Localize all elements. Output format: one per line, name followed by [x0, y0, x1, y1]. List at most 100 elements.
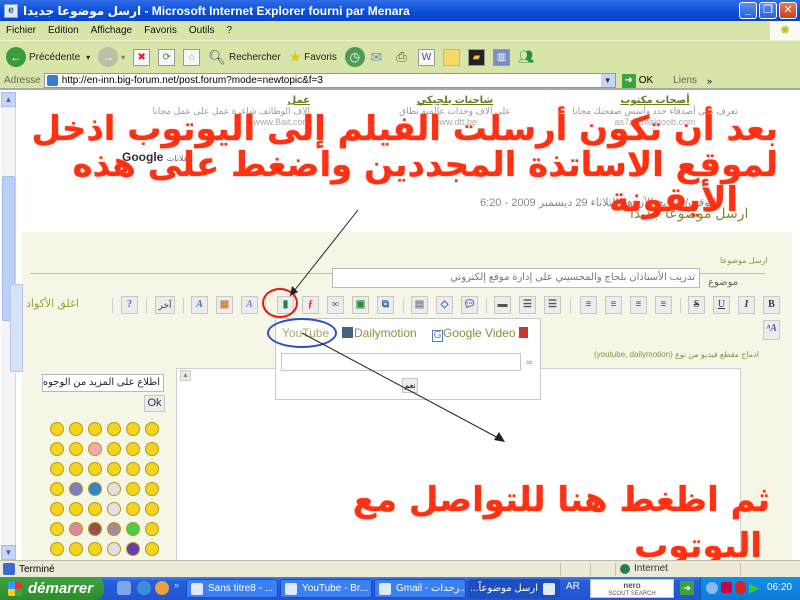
research-icon[interactable]: ▥ — [492, 48, 510, 66]
emoticon-icon[interactable] — [88, 422, 102, 436]
emoticon-icon[interactable] — [50, 502, 64, 516]
emoticon-more-input[interactable]: اطلاع على المزيد من الوجوه المعبرة — [42, 374, 164, 392]
italic-button[interactable]: I — [738, 296, 755, 314]
tray-security-icon[interactable] — [735, 581, 746, 594]
forward-button[interactable]: → ▾ — [98, 47, 125, 67]
emoticon-icon[interactable] — [107, 482, 121, 496]
nero-search-box[interactable]: nero SCOUT SEARCH — [590, 579, 674, 598]
emoticon-icon[interactable] — [69, 502, 83, 516]
address-dropdown-icon[interactable]: ▼ — [600, 74, 615, 87]
emoticon-icon[interactable] — [50, 442, 64, 456]
emoticon-icon[interactable] — [145, 422, 159, 436]
emoticon-icon[interactable] — [50, 522, 64, 536]
menu-edition[interactable]: Edition — [42, 25, 85, 36]
bold-button[interactable]: B — [763, 296, 780, 314]
tray-collapse-icon[interactable] — [706, 582, 718, 594]
help-icon[interactable]: ? — [121, 296, 138, 314]
folder-icon[interactable]: ▰ — [467, 48, 485, 66]
menu-fichier[interactable]: Fichier — [0, 25, 42, 36]
emoticon-icon[interactable] — [126, 462, 140, 476]
emoticon-icon[interactable] — [126, 422, 140, 436]
emoticon-icon[interactable] — [107, 522, 121, 536]
minimize-button[interactable]: _ — [739, 2, 757, 19]
scroll-down-icon[interactable]: ▼ — [1, 545, 16, 560]
emoticon-icon[interactable] — [88, 502, 102, 516]
clock[interactable]: 06:20 — [767, 582, 792, 593]
hr-icon[interactable]: ▬ — [494, 296, 511, 314]
stop-icon[interactable]: ✖ — [133, 48, 151, 66]
emoticon-icon[interactable] — [145, 462, 159, 476]
align-left-icon[interactable]: ≡ — [655, 296, 672, 314]
menu-affichage[interactable]: Affichage — [85, 25, 139, 36]
quicklaunch-chrome-icon[interactable] — [155, 581, 169, 595]
video-url-input[interactable] — [281, 353, 521, 371]
task-gmail[interactable]: Gmail - رحدات... — [374, 579, 466, 598]
strike-button[interactable]: S — [688, 296, 705, 314]
align-right-icon[interactable]: ≡ — [605, 296, 622, 314]
font-icon[interactable]: A — [191, 296, 208, 314]
scroll-up-icon[interactable]: ▲ — [1, 92, 16, 107]
refresh-icon[interactable]: ⟳ — [158, 48, 176, 66]
emoticon-icon[interactable] — [69, 522, 83, 536]
code-icon[interactable]: ◇ — [436, 296, 453, 314]
task-new-topic[interactable]: ارسل موضوعاً... — [468, 579, 560, 598]
go-button[interactable]: ➜ OK — [621, 73, 653, 88]
history-icon[interactable]: ◷ — [344, 47, 365, 67]
word-edit-icon[interactable]: W — [417, 48, 435, 66]
favorites-button[interactable]: ★ Favoris — [289, 48, 337, 66]
quote-icon[interactable]: 💬︎ — [461, 296, 478, 314]
emoticon-icon[interactable] — [126, 542, 140, 556]
search-button[interactable]: 🔍︎ Rechercher — [208, 49, 280, 66]
flash-icon[interactable]: ƒ — [302, 296, 319, 314]
tray-network-icon[interactable] — [721, 582, 732, 593]
messenger-icon[interactable]: 👥︎ — [518, 49, 535, 66]
back-dropdown-icon[interactable]: ▾ — [86, 53, 90, 62]
emoticon-icon[interactable] — [88, 542, 102, 556]
emoticon-icon[interactable] — [69, 462, 83, 476]
menu-help[interactable]: ? — [220, 25, 238, 36]
emoticon-icon[interactable] — [50, 482, 64, 496]
print-icon[interactable]: ⎙ — [393, 49, 410, 66]
ad-link-title[interactable]: شاحنات بلجيكي — [370, 95, 540, 106]
emoticon-icon[interactable] — [107, 502, 121, 516]
mail-icon[interactable]: ✉ — [368, 49, 385, 66]
emoticon-icon[interactable] — [69, 442, 83, 456]
forward-dropdown-icon[interactable]: ▾ — [121, 53, 125, 62]
emoticon-icon[interactable] — [88, 462, 102, 476]
nero-go-icon[interactable]: ➜ — [680, 581, 694, 595]
textarea-scroll-up-icon[interactable]: ▲ — [180, 370, 191, 381]
emoticon-icon[interactable] — [107, 462, 121, 476]
tab-google-video[interactable]: G Google Video — [432, 326, 528, 342]
tray-play-icon[interactable]: ▶ — [749, 580, 759, 596]
link-icon[interactable]: ∞ — [327, 296, 344, 314]
ad-link-title[interactable]: عمل — [140, 95, 310, 106]
emoticon-icon[interactable] — [69, 482, 83, 496]
ad-link-title[interactable]: أصحاب مكتوب — [560, 95, 750, 106]
notes-icon[interactable] — [442, 48, 460, 66]
emoticon-icon[interactable] — [145, 482, 159, 496]
emoticon-icon[interactable] — [126, 482, 140, 496]
emoticon-icon[interactable] — [69, 542, 83, 556]
align-center-icon[interactable]: ≡ — [630, 296, 647, 314]
emoticon-icon[interactable] — [88, 442, 102, 456]
emoticon-icon[interactable] — [107, 442, 121, 456]
emoticon-icon[interactable] — [107, 542, 121, 556]
emoticon-icon[interactable] — [126, 502, 140, 516]
maximize-button[interactable]: ❐ — [759, 2, 777, 19]
close-codes-link[interactable]: اغلق الأكواد — [26, 297, 79, 310]
menu-outils[interactable]: Outils — [183, 25, 221, 36]
emoticon-icon[interactable] — [69, 422, 83, 436]
home-icon[interactable]: ⌂ — [183, 48, 201, 66]
emoticon-ok-button[interactable]: Ok — [144, 395, 165, 412]
address-input[interactable]: http://en-inn.big-forum.net/post.forum?m… — [43, 73, 616, 88]
task-sans-titre[interactable]: Sans titre8 - ... — [186, 579, 278, 598]
emoticon-icon[interactable] — [145, 502, 159, 516]
emoticon-icon[interactable] — [88, 522, 102, 536]
emoticon-icon[interactable] — [107, 422, 121, 436]
close-button[interactable]: ✕ — [779, 2, 797, 19]
emoticon-icon[interactable] — [145, 542, 159, 556]
emoticon-scrollbar[interactable] — [10, 284, 23, 372]
underline-button[interactable]: U — [713, 296, 730, 314]
image-upload-icon[interactable]: ⧉ — [377, 296, 394, 314]
highlight-icon[interactable]: A — [241, 296, 258, 314]
